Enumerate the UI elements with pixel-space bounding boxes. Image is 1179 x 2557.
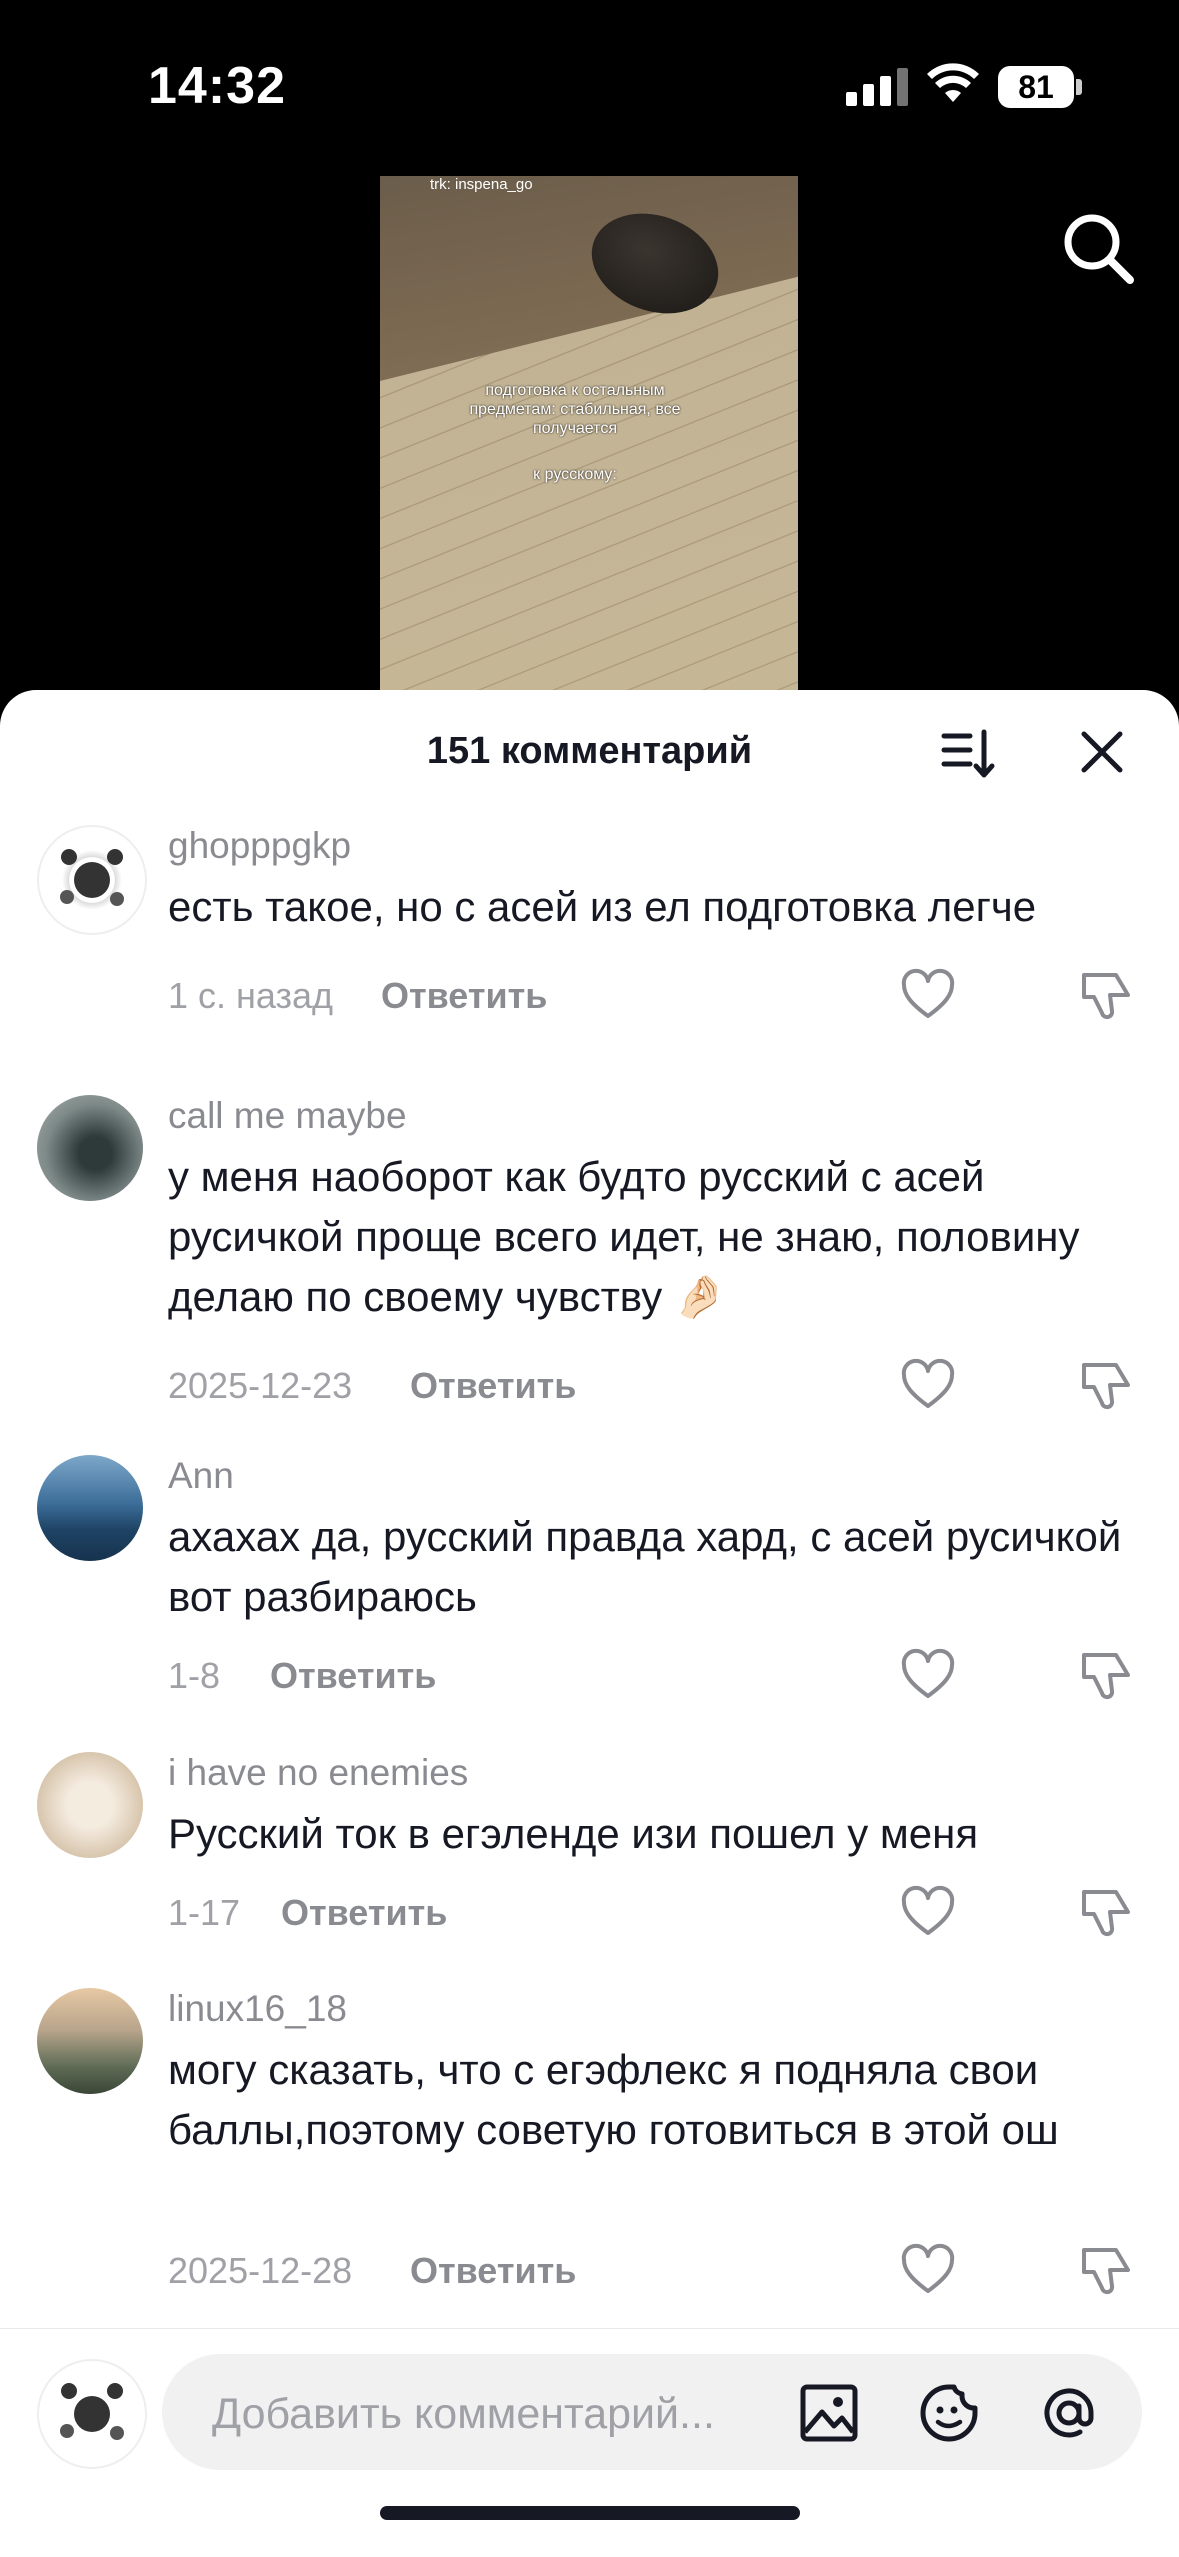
reply-button[interactable]: Ответить — [270, 1655, 436, 1697]
dislike-icon[interactable] — [1078, 1357, 1134, 1413]
close-icon[interactable] — [1076, 726, 1128, 778]
status-time: 14:32 — [148, 57, 286, 115]
comment-date: 1-17 — [168, 1892, 241, 1933]
video-preview[interactable]: trk: inspena_go подготовка к остальным п… — [380, 176, 798, 696]
comment-username[interactable]: call me maybe — [168, 1095, 407, 1137]
comment-date: 2025-12-28 — [168, 2250, 353, 2291]
heart-icon[interactable] — [900, 1647, 956, 1703]
emoji-icon[interactable] — [918, 2382, 980, 2444]
dislike-icon[interactable] — [1078, 2242, 1134, 2298]
avatar[interactable] — [37, 1752, 143, 1858]
reply-button[interactable]: Ответить — [410, 1365, 576, 1407]
avatar[interactable] — [37, 1455, 143, 1561]
video-caption-second: к русскому: — [533, 466, 617, 483]
video-caption: подготовка к остальным предметам: стабил… — [469, 382, 681, 437]
comments-sheet: 151 комментарий ghopppgkp есть такое, но… — [0, 690, 1179, 2556]
status-bar: 14:32 81 — [0, 0, 1179, 170]
home-indicator[interactable] — [380, 2506, 800, 2520]
image-icon[interactable] — [798, 2382, 860, 2444]
search-icon[interactable] — [1058, 208, 1138, 288]
wifi-icon — [927, 63, 979, 102]
comment-username[interactable]: linux16_18 — [168, 1988, 347, 2030]
comment-date: 2025-12-23 — [168, 1365, 353, 1406]
sort-icon[interactable] — [940, 726, 996, 782]
comment-input-bar: Добавить комментарий... — [0, 2328, 1179, 2557]
reply-button[interactable]: Ответить — [381, 975, 547, 1017]
dislike-icon[interactable] — [1078, 1884, 1134, 1940]
dislike-icon[interactable] — [1078, 967, 1134, 1023]
avatar[interactable] — [37, 1988, 143, 2094]
video-handle: trk: inspena_go — [430, 176, 533, 193]
heart-icon[interactable] — [900, 1357, 956, 1413]
comment-username[interactable]: Ann — [168, 1455, 234, 1497]
comment-username[interactable]: i have no enemies — [168, 1752, 468, 1794]
comment-input[interactable]: Добавить комментарий... — [162, 2354, 1142, 2470]
comment-date: 1 с. назад — [168, 975, 334, 1016]
reply-button[interactable]: Ответить — [281, 1892, 447, 1934]
dislike-icon[interactable] — [1078, 1647, 1134, 1703]
my-avatar — [37, 2359, 147, 2469]
comments-count-title: 151 комментарий — [426, 730, 753, 772]
heart-icon[interactable] — [900, 2242, 956, 2298]
comment-text: Русский ток в егэленде изи пошел у меня — [168, 1810, 979, 1857]
reply-button[interactable]: Ответить — [410, 2250, 576, 2292]
comment-text: могу сказать, что с егэфлекс я подняла с… — [168, 2046, 1059, 2153]
avatar[interactable] — [37, 1095, 143, 1201]
comment-date: 1-8 — [168, 1655, 221, 1696]
avatar[interactable] — [37, 825, 147, 935]
comment-text: ахахах да, русский правда хард, с асей р… — [168, 1513, 1122, 1620]
comment-text: есть такое, но с асей из ел подготовка л… — [168, 883, 1037, 930]
cellular-signal-icon — [846, 66, 908, 106]
battery-indicator: 81 — [998, 66, 1074, 108]
mention-icon[interactable] — [1038, 2382, 1100, 2444]
comment-text: у меня наоборот как будто русский с асей… — [168, 1153, 1080, 1320]
comment-username[interactable]: ghopppgkp — [168, 825, 351, 867]
battery-nub — [1076, 79, 1082, 95]
heart-icon[interactable] — [900, 967, 956, 1023]
comment-input-placeholder: Добавить комментарий... — [212, 2390, 715, 2438]
heart-icon[interactable] — [900, 1884, 956, 1940]
